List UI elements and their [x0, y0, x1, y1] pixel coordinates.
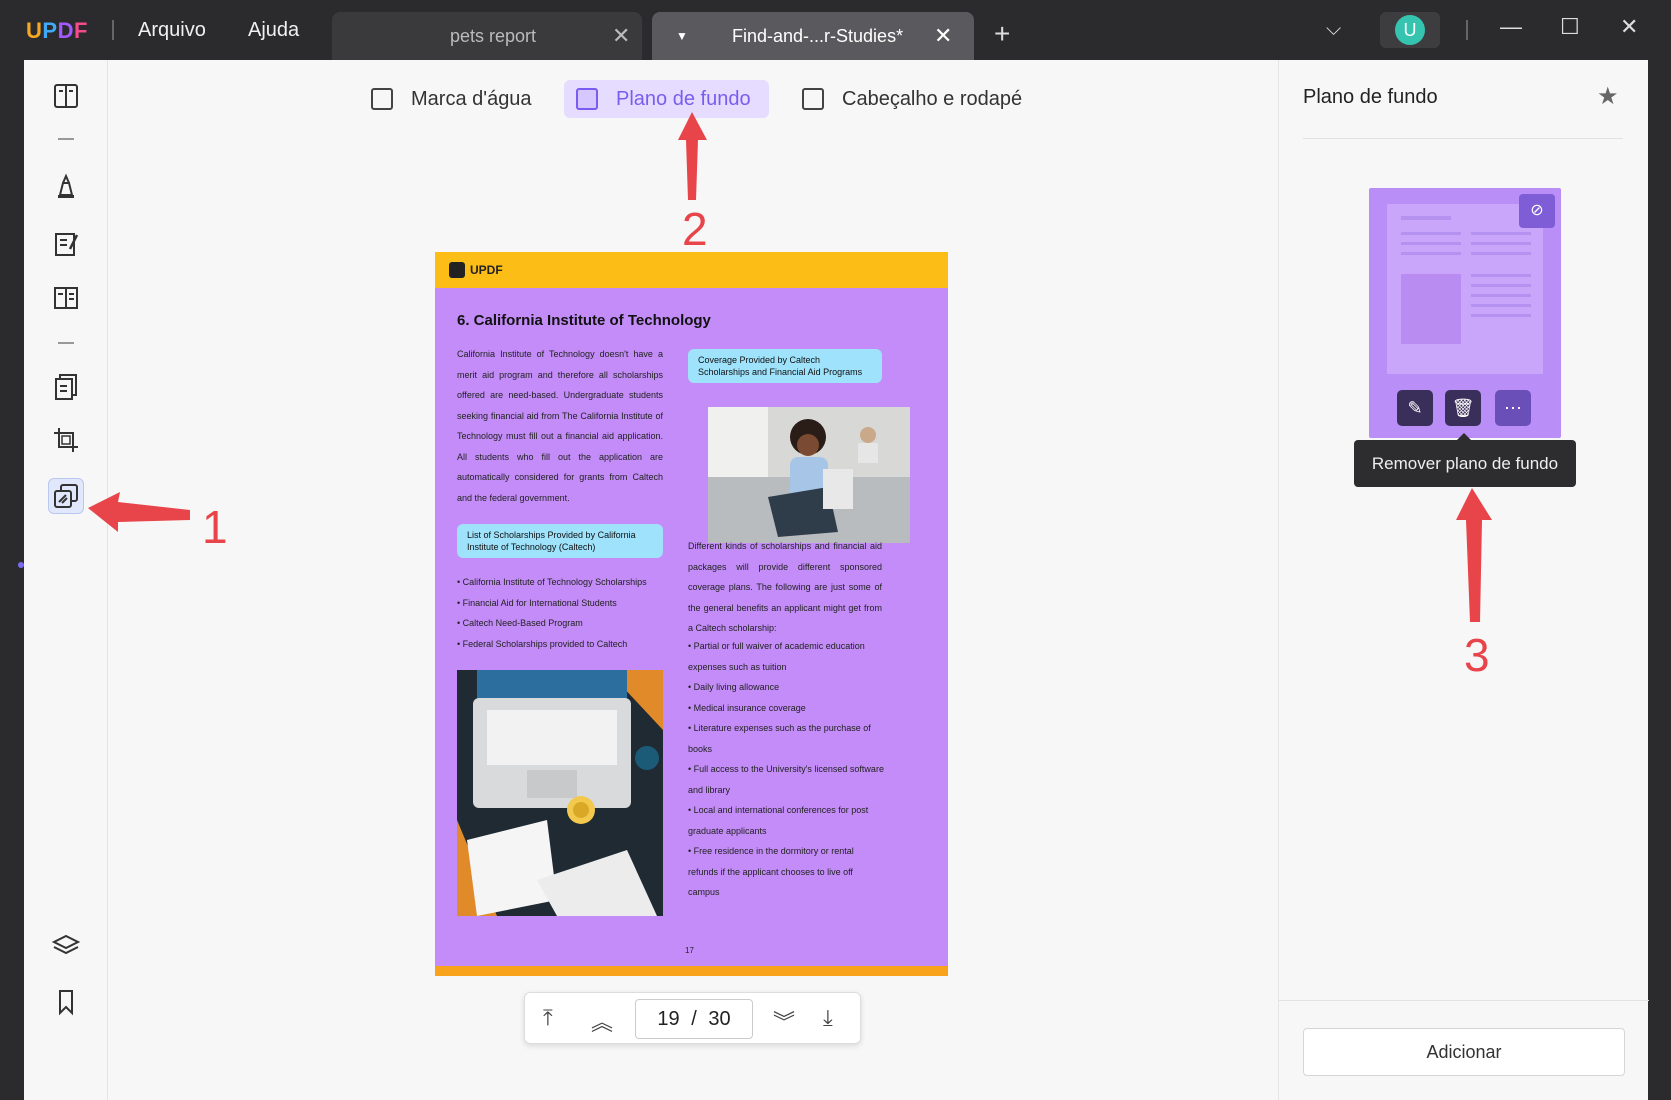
annotation-label: 3: [1464, 629, 1490, 681]
arrow-3: [1456, 488, 1492, 622]
annotation-label: 2: [682, 203, 708, 255]
arrow-1: [88, 492, 190, 532]
arrow-2: [678, 112, 707, 200]
annotation-label: 1: [202, 501, 228, 553]
annotation-arrows: [88, 112, 1492, 622]
